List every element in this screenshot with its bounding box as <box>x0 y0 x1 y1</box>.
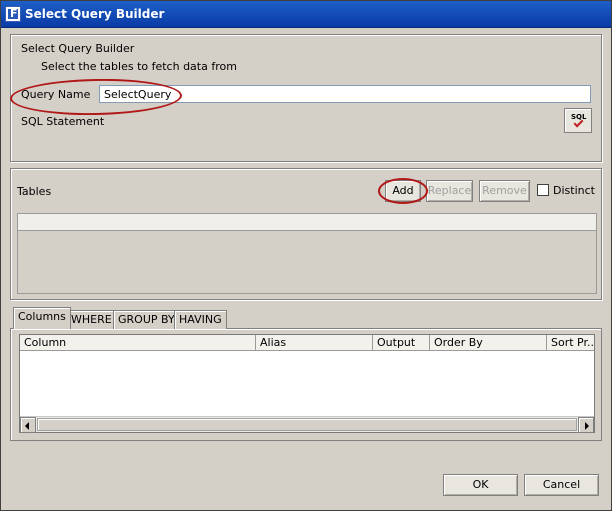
columns-grid[interactable]: Column Alias Output Order By Sort Pr... <box>19 334 595 433</box>
query-name-input[interactable] <box>99 85 591 103</box>
dialog-window: Select Query Builder Select Query Builde… <box>0 0 612 511</box>
grid-header: Column Alias Output Order By Sort Pr... <box>20 335 594 351</box>
tables-list-header <box>18 214 596 231</box>
arrow-left-icon <box>25 422 29 430</box>
window-title: Select Query Builder <box>25 7 165 21</box>
query-name-label: Query Name <box>21 88 91 101</box>
tab-group-by[interactable]: GROUP BY <box>113 310 180 329</box>
scroll-left-button[interactable] <box>20 417 36 433</box>
ok-button[interactable]: OK <box>443 474 518 496</box>
cancel-button[interactable]: Cancel <box>524 474 599 496</box>
panel-heading: Select Query Builder <box>21 42 135 55</box>
remove-button[interactable]: Remove <box>479 180 530 202</box>
column-header-output[interactable]: Output <box>373 335 430 351</box>
replace-button[interactable]: Replace <box>426 180 473 202</box>
tables-label: Tables <box>17 185 52 198</box>
column-header-alias[interactable]: Alias <box>256 335 373 351</box>
sql-statement-button[interactable]: SQL <box>564 108 592 133</box>
panel-subheading: Select the tables to fetch data from <box>41 60 237 73</box>
scroll-right-button[interactable] <box>578 417 594 433</box>
horizontal-scrollbar[interactable] <box>20 416 594 433</box>
sql-statement-label: SQL Statement <box>21 115 105 128</box>
distinct-checkbox[interactable] <box>537 184 549 196</box>
tables-list[interactable] <box>17 213 597 294</box>
arrow-right-icon <box>585 422 589 430</box>
scroll-thumb[interactable] <box>37 418 577 431</box>
distinct-label: Distinct <box>553 184 595 197</box>
tab-having[interactable]: HAVING <box>174 310 227 329</box>
column-header-sort-priority[interactable]: Sort Pr... <box>547 335 594 351</box>
tab-columns[interactable]: Columns <box>13 307 71 329</box>
title-bar: Select Query Builder <box>1 1 611 28</box>
column-header-column[interactable]: Column <box>20 335 256 351</box>
add-button[interactable]: Add <box>385 180 421 202</box>
app-icon <box>5 6 21 22</box>
tab-where[interactable]: WHERE <box>66 310 117 329</box>
column-header-order-by[interactable]: Order By <box>430 335 547 351</box>
